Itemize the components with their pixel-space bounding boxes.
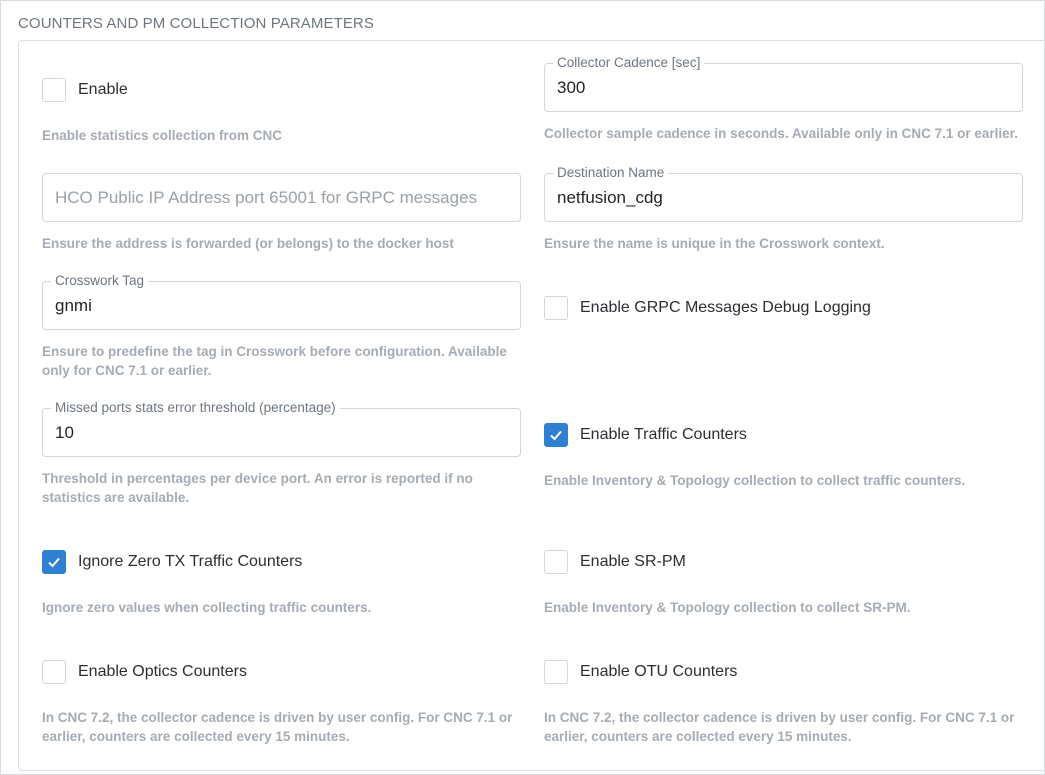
check-icon: [550, 430, 562, 441]
missed-ports-field[interactable]: Missed ports stats error threshold (perc…: [42, 400, 521, 457]
traffic-counters-row[interactable]: Enable Traffic Counters: [544, 422, 747, 448]
sr-pm-help: Enable Inventory & Topology collection t…: [544, 600, 911, 615]
otu-row[interactable]: Enable OTU Counters: [544, 659, 737, 685]
enable-help: Enable statistics collection from CNC: [42, 128, 283, 143]
traffic-counters-help: Enable Inventory & Topology collection t…: [544, 473, 966, 488]
crosswork-tag-value[interactable]: gnmi: [55, 296, 92, 316]
destination-name-legend: Destination Name: [553, 165, 669, 181]
sr-pm-label: Enable SR-PM: [580, 553, 686, 570]
crosswork-tag-help-line2: only for CNC 7.1 or earlier.: [42, 363, 212, 378]
missed-ports-help-line1: Threshold in percentages per device port…: [42, 471, 473, 486]
traffic-counters-checkbox[interactable]: [544, 423, 568, 447]
crosswork-tag-help-line1: Ensure to predefine the tag in Crosswork…: [42, 344, 507, 359]
section-title: COUNTERS AND PM COLLECTION PARAMETERS: [18, 15, 374, 32]
hco-address-help: Ensure the address is forwarded (or belo…: [42, 236, 454, 251]
missed-ports-help: Threshold in percentages per device port…: [42, 469, 473, 507]
hco-address-field[interactable]: [42, 173, 521, 222]
destination-name-help: Ensure the name is unique in the Crosswo…: [544, 236, 885, 251]
missed-ports-value[interactable]: 10: [55, 423, 74, 443]
optics-label: Enable Optics Counters: [78, 663, 247, 680]
ignore-zero-tx-help: Ignore zero values when collecting traff…: [42, 600, 372, 615]
grpc-debug-checkbox[interactable]: [544, 296, 568, 320]
missed-ports-legend: Missed ports stats error threshold (perc…: [51, 400, 340, 416]
otu-help: In CNC 7.2, the collector cadence is dri…: [544, 708, 1014, 746]
optics-help-line1: In CNC 7.2, the collector cadence is dri…: [42, 710, 513, 725]
ignore-zero-tx-label: Ignore Zero TX Traffic Counters: [78, 553, 303, 570]
otu-help-line2: earlier, counters are collected every 15…: [544, 729, 852, 744]
optics-checkbox[interactable]: [42, 660, 66, 684]
collector-cadence-field[interactable]: Collector Cadence [sec] 300: [544, 55, 1023, 112]
crosswork-tag-help: Ensure to predefine the tag in Crosswork…: [42, 342, 507, 380]
optics-row[interactable]: Enable Optics Counters: [42, 659, 247, 685]
enable-checkbox-row[interactable]: Enable: [42, 77, 128, 103]
optics-help: In CNC 7.2, the collector cadence is dri…: [42, 708, 512, 746]
check-icon: [48, 557, 60, 568]
otu-help-line1: In CNC 7.2, the collector cadence is dri…: [544, 710, 1015, 725]
crosswork-tag-legend: Crosswork Tag: [51, 273, 149, 289]
ignore-zero-tx-checkbox[interactable]: [42, 550, 66, 574]
enable-label: Enable: [78, 81, 128, 98]
otu-label: Enable OTU Counters: [580, 663, 738, 680]
hco-address-input[interactable]: [43, 174, 520, 221]
grpc-debug-label: Enable GRPC Messages Debug Logging: [580, 299, 871, 316]
sr-pm-row[interactable]: Enable SR-PM: [544, 549, 686, 575]
traffic-counters-label: Enable Traffic Counters: [580, 426, 747, 443]
enable-checkbox[interactable]: [42, 78, 66, 102]
collector-cadence-legend: Collector Cadence [sec]: [553, 55, 705, 71]
collector-cadence-help: Collector sample cadence in seconds. Ava…: [544, 126, 1018, 141]
destination-name-value[interactable]: netfusion_cdg: [557, 188, 663, 208]
sr-pm-checkbox[interactable]: [544, 550, 568, 574]
optics-help-line2: earlier, counters are collected every 15…: [42, 729, 350, 744]
destination-name-field[interactable]: Destination Name netfusion_cdg: [544, 165, 1023, 222]
grpc-debug-row[interactable]: Enable GRPC Messages Debug Logging: [544, 295, 871, 321]
collector-cadence-value[interactable]: 300: [557, 78, 585, 98]
missed-ports-help-line2: statistics are available.: [42, 490, 190, 505]
ignore-zero-tx-row[interactable]: Ignore Zero TX Traffic Counters: [42, 549, 302, 575]
otu-checkbox[interactable]: [544, 660, 568, 684]
crosswork-tag-field[interactable]: Crosswork Tag gnmi: [42, 273, 521, 330]
